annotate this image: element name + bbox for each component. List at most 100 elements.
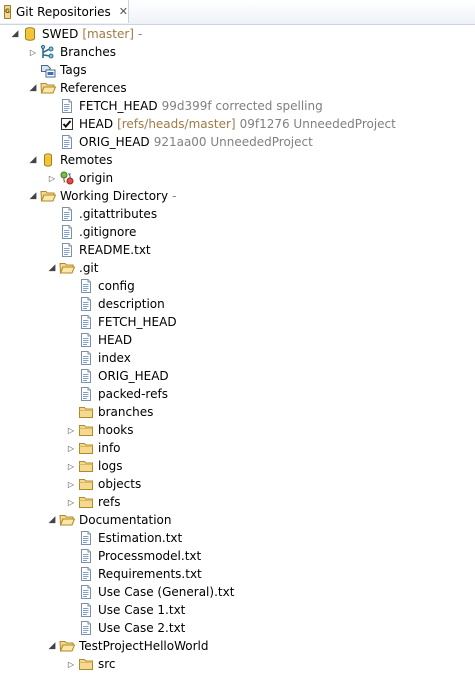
tree-item[interactable]: README.txt — [59, 241, 151, 259]
tree-item-label: Remotes — [60, 153, 113, 167]
tree-item[interactable]: TestProjectHelloWorld — [59, 637, 209, 655]
tree-item-label: .git — [79, 261, 99, 275]
file-icon — [78, 386, 94, 402]
expand-toggle-expanded-icon[interactable]: ◢ — [47, 259, 57, 277]
expand-toggle-collapsed-icon[interactable]: ▷ — [66, 457, 76, 475]
tree-item-decoration: - — [138, 27, 143, 41]
tree-item[interactable]: References — [40, 79, 127, 97]
expand-toggle-expanded-icon[interactable]: ◢ — [10, 25, 20, 43]
expand-toggle-collapsed-icon[interactable]: ▷ — [66, 439, 76, 457]
expand-toggle-collapsed-icon[interactable]: ▷ — [28, 43, 38, 61]
tree-item[interactable]: objects — [78, 475, 141, 493]
close-icon[interactable]: ✕ — [119, 6, 128, 17]
expand-toggle-collapsed-icon[interactable]: ▷ — [66, 655, 76, 673]
tree-item[interactable]: Tags — [40, 61, 87, 79]
tree-item[interactable]: hooks — [78, 421, 134, 439]
tree-item[interactable]: ORIG_HEAD — [78, 367, 169, 385]
folder-icon — [78, 440, 94, 456]
tree-item[interactable]: index — [78, 349, 131, 367]
file-icon — [59, 224, 75, 240]
tree-item[interactable]: Use Case (General).txt — [78, 583, 234, 601]
tree-item[interactable]: info — [78, 439, 121, 457]
tree-item[interactable]: refs — [78, 493, 121, 511]
expand-toggle-collapsed-icon[interactable]: ▷ — [66, 475, 76, 493]
tree-item[interactable]: branches — [78, 403, 153, 421]
tree-item-label: hooks — [98, 423, 134, 437]
file-icon — [78, 278, 94, 294]
tree-item[interactable]: Use Case 1.txt — [78, 601, 185, 619]
tree-item[interactable]: logs — [78, 457, 123, 475]
tree-item[interactable]: .gitattributes — [59, 205, 157, 223]
tree-item-label: config — [98, 279, 135, 293]
tree-item[interactable]: config — [78, 277, 135, 295]
folder-icon — [78, 422, 94, 438]
tree-item[interactable]: packed-refs — [78, 385, 168, 403]
tree-item[interactable]: FETCH_HEAD — [78, 313, 177, 331]
file-icon — [78, 332, 94, 348]
tree-item[interactable]: Estimation.txt — [78, 529, 182, 547]
tree-item-label: logs — [98, 459, 123, 473]
folder-open-icon — [40, 80, 57, 96]
tree-item[interactable]: Remotes — [40, 151, 113, 169]
file-icon — [78, 314, 94, 330]
file-icon — [78, 584, 94, 600]
expand-toggle-expanded-icon[interactable]: ◢ — [47, 637, 57, 655]
tree-item-label: index — [98, 351, 131, 365]
tree-item-decoration: 99d399f corrected spelling — [161, 99, 323, 113]
tree-item-label: info — [98, 441, 121, 455]
tree-item-label: Use Case 2.txt — [98, 621, 186, 635]
tree-item[interactable]: .git — [59, 259, 98, 277]
tree-item-label: Working Directory — [60, 189, 169, 203]
tree-item-label: References — [60, 81, 127, 95]
folder-icon — [78, 404, 94, 420]
expand-toggle-collapsed-icon[interactable]: ▷ — [66, 493, 76, 511]
tree-item[interactable]: .gitignore — [59, 223, 136, 241]
tree-item-label: Tags — [60, 63, 87, 77]
tree-item-label: ORIG_HEAD — [98, 369, 169, 383]
tab-git-repositories[interactable]: GIT Git Repositories ✕ — [0, 0, 129, 23]
tree-item-decoration: [refs/heads/master] — [117, 117, 236, 131]
expand-toggle-collapsed-icon[interactable]: ▷ — [47, 169, 57, 187]
tree-item[interactable]: ORIG_HEAD 921aa00 UnneededProject — [59, 133, 313, 151]
expand-toggle-collapsed-icon[interactable]: ▷ — [66, 421, 76, 439]
tree-item[interactable]: Branches — [40, 43, 116, 61]
tree-item-label: HEAD — [79, 117, 114, 131]
expand-toggle-expanded-icon[interactable]: ◢ — [28, 79, 38, 97]
tree-item-label: origin — [79, 171, 114, 185]
tree-item[interactable]: Working Directory - — [40, 187, 176, 205]
tree-item[interactable]: FETCH_HEAD 99d399f corrected spelling — [59, 97, 323, 115]
file-icon — [59, 134, 75, 150]
tree-item[interactable]: HEAD — [78, 331, 132, 349]
tree-item[interactable]: HEAD [refs/heads/master] 09f1276 UnneededP… — [59, 115, 396, 133]
tree-item-decoration: 921aa00 UnneededProject — [153, 135, 313, 149]
folder-icon — [78, 458, 94, 474]
remotes-icon — [40, 152, 56, 168]
expand-toggle-expanded-icon[interactable]: ◢ — [28, 151, 38, 169]
tree-item-decoration: - — [172, 189, 177, 203]
folder-icon — [78, 476, 94, 492]
tree-item[interactable]: description — [78, 295, 165, 313]
file-icon — [59, 242, 75, 258]
tree-item-label: Documentation — [79, 513, 172, 527]
file-icon — [78, 530, 94, 546]
expand-toggle-expanded-icon[interactable]: ◢ — [28, 187, 38, 205]
tree-item-label: Processmodel.txt — [98, 549, 202, 563]
tree-item[interactable]: SWED [master] - — [22, 25, 142, 43]
file-icon — [59, 98, 75, 114]
tree-item-label: HEAD — [98, 333, 133, 347]
tree-item[interactable]: Use Case 2.txt — [78, 619, 185, 637]
file-icon — [59, 206, 75, 222]
tree-item[interactable]: Documentation — [59, 511, 172, 529]
folder-open-icon — [59, 512, 76, 528]
checked-ref-icon — [59, 116, 75, 132]
tree-item-decoration: [master] — [82, 27, 134, 41]
expand-toggle-expanded-icon[interactable]: ◢ — [47, 511, 57, 529]
tree-item[interactable]: Requirements.txt — [78, 565, 202, 583]
tree-item[interactable]: origin — [59, 169, 113, 187]
tree-item[interactable]: Processmodel.txt — [78, 547, 201, 565]
tree-item-label: Use Case 1.txt — [98, 603, 186, 617]
tree-item[interactable]: src — [78, 655, 116, 673]
file-icon — [78, 602, 94, 618]
tree-item-label: src — [98, 657, 116, 671]
tree-item-label: objects — [98, 477, 142, 491]
